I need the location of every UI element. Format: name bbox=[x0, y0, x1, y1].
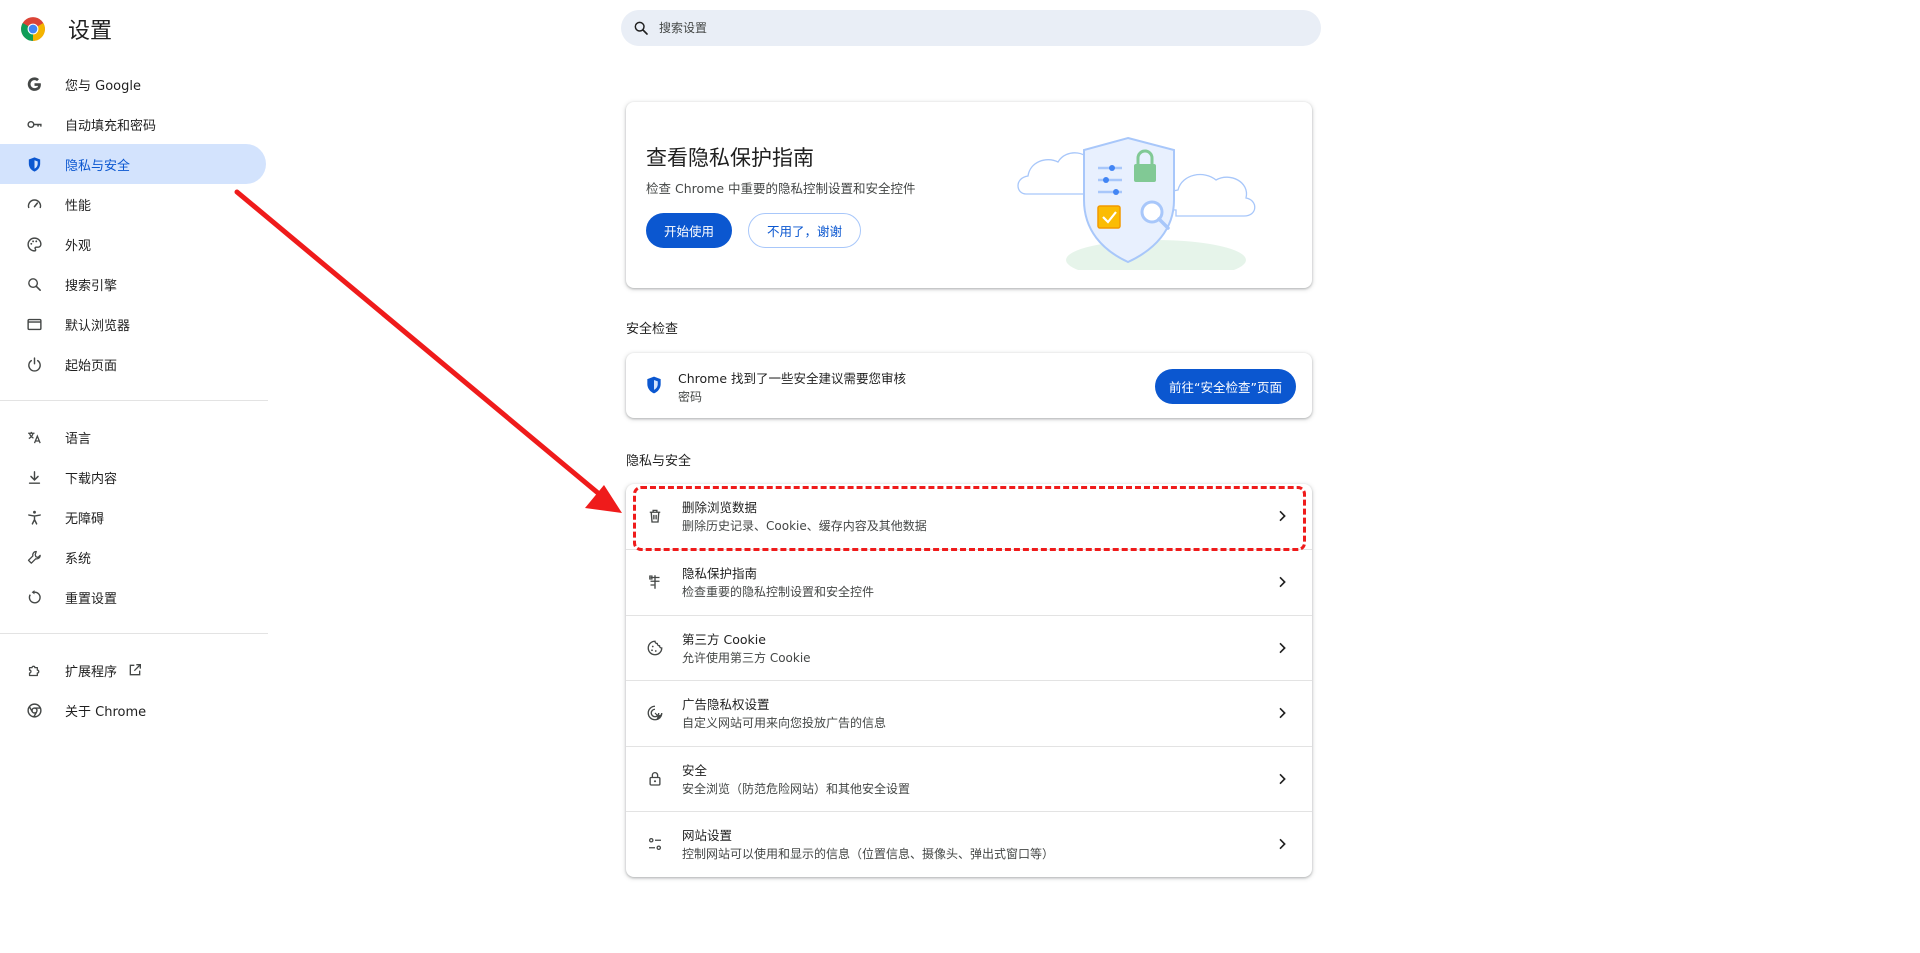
sidebar-item-label: 重置设置 bbox=[65, 591, 118, 607]
sidebar-item-label: 默认浏览器 bbox=[65, 318, 131, 334]
sidebar-item-label: 关于 Chrome bbox=[65, 704, 147, 720]
sidebar-item-privacy[interactable]: 隐私与安全 bbox=[0, 144, 266, 184]
sidebar-item-downloads[interactable]: 下载内容 bbox=[0, 457, 266, 497]
puzzle-icon bbox=[25, 661, 43, 679]
sidebar-item-default-browser[interactable]: 默认浏览器 bbox=[0, 304, 266, 344]
dismiss-privacy-guide-button[interactable]: 不用了，谢谢 bbox=[748, 213, 861, 248]
accessibility-icon bbox=[25, 508, 43, 526]
safety-check-subtext: 密码 bbox=[678, 390, 703, 404]
sidebar-item-languages[interactable]: 语言 bbox=[0, 417, 266, 457]
sidebar-item-label: 性能 bbox=[65, 198, 92, 214]
chevron-right-icon bbox=[1279, 838, 1286, 850]
sidebar-item-label: 搜索引擎 bbox=[65, 278, 118, 294]
ad-privacy-icon bbox=[646, 704, 664, 722]
page-title: 设置 bbox=[68, 19, 113, 44]
wrench-icon bbox=[25, 548, 43, 566]
privacy-guide-illustration bbox=[1017, 136, 1256, 270]
google-g-icon bbox=[25, 75, 43, 93]
start-privacy-guide-button[interactable]: 开始使用 bbox=[646, 213, 732, 248]
row-title: 隐私保护指南 bbox=[682, 566, 758, 581]
chevron-right-icon bbox=[1279, 576, 1286, 588]
sidebar-item-system[interactable]: 系统 bbox=[0, 537, 266, 577]
browser-window-icon bbox=[25, 315, 43, 333]
row-title: 安全 bbox=[682, 763, 708, 778]
safety-check-section-title: 安全检查 bbox=[626, 322, 679, 337]
sidebar-divider bbox=[0, 633, 268, 634]
search-bar[interactable] bbox=[621, 10, 1321, 46]
sidebar-item-label: 隐私与安全 bbox=[65, 158, 131, 174]
sidebar-divider bbox=[0, 400, 268, 401]
privacy-settings-list: 删除浏览数据 删除历史记录、Cookie、缓存内容及其他数据 隐私保护指南 检查… bbox=[626, 484, 1312, 877]
site-settings-row[interactable]: 网站设置 控制网站可以使用和显示的信息（位置信息、摄像头、弹出式窗口等） bbox=[626, 811, 1312, 876]
sidebar-item-label: 您与 Google bbox=[65, 78, 141, 94]
row-description: 安全浏览（防范危险网站）和其他安全设置 bbox=[682, 782, 911, 796]
row-description: 允许使用第三方 Cookie bbox=[682, 651, 811, 665]
chevron-right-icon bbox=[1279, 510, 1286, 522]
palette-icon bbox=[25, 235, 43, 253]
key-icon bbox=[25, 115, 43, 133]
sidebar-item-label: 语言 bbox=[65, 431, 92, 447]
row-description: 控制网站可以使用和显示的信息（位置信息、摄像头、弹出式窗口等） bbox=[682, 847, 1055, 861]
row-title: 第三方 Cookie bbox=[682, 632, 766, 647]
reset-icon bbox=[25, 588, 43, 606]
cookie-icon bbox=[646, 639, 664, 657]
search-icon bbox=[634, 21, 648, 35]
privacy-guide-promo-card: 查看隐私保护指南 检查 Chrome 中重要的隐私控制设置和安全控件 开始使用 … bbox=[626, 102, 1312, 288]
privacy-guide-description: 检查 Chrome 中重要的隐私控制设置和安全控件 bbox=[646, 181, 916, 196]
security-row[interactable]: 安全 安全浏览（防范危险网站）和其他安全设置 bbox=[626, 746, 1312, 811]
row-description: 自定义网站可用来向您投放广告的信息 bbox=[682, 716, 887, 730]
sidebar-item-extensions[interactable]: 扩展程序 bbox=[0, 650, 266, 690]
sidebar-item-label: 无障碍 bbox=[65, 511, 105, 527]
row-description: 检查重要的隐私控制设置和安全控件 bbox=[682, 585, 875, 599]
search-input[interactable] bbox=[657, 20, 1257, 36]
search-icon bbox=[25, 275, 43, 293]
go-to-safety-check-button[interactable]: 前往“安全检查”页面 bbox=[1155, 369, 1296, 404]
sidebar-item-label: 系统 bbox=[65, 551, 92, 567]
safety-check-card: Chrome 找到了一些安全建议需要您审核 密码 前往“安全检查”页面 bbox=[626, 353, 1312, 418]
sidebar-item-performance[interactable]: 性能 bbox=[0, 184, 266, 224]
sidebar-item-search-engine[interactable]: 搜索引擎 bbox=[0, 264, 266, 304]
chevron-right-icon bbox=[1279, 773, 1286, 785]
privacy-guide-row[interactable]: 隐私保护指南 检查重要的隐私控制设置和安全控件 bbox=[626, 549, 1312, 614]
sidebar-item-label: 自动填充和密码 bbox=[65, 118, 157, 134]
sidebar-item-appearance[interactable]: 外观 bbox=[0, 224, 266, 264]
sidebar: 您与 Google 自动填充和密码 隐私与安全 性能 外观 搜索引擎 默认浏览器… bbox=[0, 64, 268, 730]
sidebar-item-label: 起始页面 bbox=[65, 358, 118, 374]
privacy-section-title: 隐私与安全 bbox=[626, 454, 692, 469]
row-title: 网站设置 bbox=[682, 828, 733, 843]
sidebar-item-on-startup[interactable]: 起始页面 bbox=[0, 344, 266, 384]
safety-check-message: Chrome 找到了一些安全建议需要您审核 bbox=[678, 371, 907, 386]
safety-shield-icon bbox=[647, 376, 661, 394]
row-description: 删除历史记录、Cookie、缓存内容及其他数据 bbox=[682, 519, 927, 533]
sidebar-item-label: 下载内容 bbox=[65, 471, 118, 487]
sidebar-item-label: 扩展程序 bbox=[65, 664, 118, 680]
row-title: 广告隐私权设置 bbox=[682, 697, 770, 712]
trash-icon bbox=[646, 507, 664, 525]
speedometer-icon bbox=[25, 195, 43, 213]
sidebar-item-reset[interactable]: 重置设置 bbox=[0, 577, 266, 617]
shield-icon bbox=[25, 155, 43, 173]
power-icon bbox=[25, 355, 43, 373]
sidebar-item-about-chrome[interactable]: 关于 Chrome bbox=[0, 690, 266, 730]
sidebar-item-label: 外观 bbox=[65, 238, 92, 254]
sidebar-item-you-and-google[interactable]: 您与 Google bbox=[0, 64, 266, 104]
sidebar-item-autofill[interactable]: 自动填充和密码 bbox=[0, 104, 266, 144]
third-party-cookies-row[interactable]: 第三方 Cookie 允许使用第三方 Cookie bbox=[626, 615, 1312, 680]
download-icon bbox=[25, 468, 43, 486]
chevron-right-icon bbox=[1279, 642, 1286, 654]
translate-icon bbox=[25, 428, 43, 446]
chrome-logo-icon bbox=[21, 17, 45, 41]
chrome-icon bbox=[25, 701, 43, 719]
sidebar-item-accessibility[interactable]: 无障碍 bbox=[0, 497, 266, 537]
row-title: 删除浏览数据 bbox=[682, 500, 758, 515]
clear-browsing-data-row[interactable]: 删除浏览数据 删除历史记录、Cookie、缓存内容及其他数据 bbox=[626, 484, 1312, 549]
privacy-guide-icon bbox=[646, 573, 664, 591]
site-settings-icon bbox=[646, 835, 664, 853]
chevron-right-icon bbox=[1279, 707, 1286, 719]
lock-icon bbox=[646, 770, 664, 788]
open-in-new-icon bbox=[129, 664, 142, 676]
privacy-guide-title: 查看隐私保护指南 bbox=[646, 146, 814, 170]
ad-privacy-row[interactable]: 广告隐私权设置 自定义网站可用来向您投放广告的信息 bbox=[626, 680, 1312, 745]
